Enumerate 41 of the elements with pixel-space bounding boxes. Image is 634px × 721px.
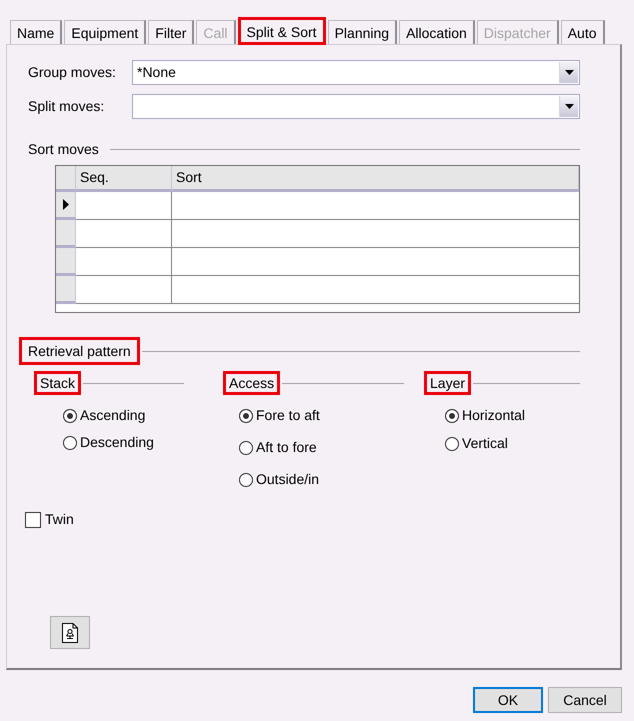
field-label: Split moves: xyxy=(28,97,106,116)
icon-button[interactable] xyxy=(50,616,90,649)
tab[interactable]: Allocation xyxy=(399,20,475,44)
document-icon xyxy=(62,622,78,642)
radio-icon[interactable] xyxy=(445,436,459,450)
radio-icon[interactable] xyxy=(63,408,77,422)
tab[interactable]: Equipment xyxy=(64,20,146,44)
tab[interactable]: Planning xyxy=(328,20,398,44)
radio-option[interactable]: Aft to fore xyxy=(239,439,317,456)
section-title: Layer xyxy=(424,371,472,395)
column-header[interactable]: Seq. xyxy=(76,166,172,192)
dialog-button[interactable]: OK xyxy=(473,687,543,713)
radio-option[interactable]: Ascending xyxy=(63,407,146,424)
row-header[interactable] xyxy=(56,192,76,220)
section-title: Retrieval pattern xyxy=(19,337,140,365)
row-pointer-icon xyxy=(62,199,68,210)
tab[interactable]: Name xyxy=(10,20,62,44)
dropdown-field[interactable]: *None xyxy=(132,60,580,85)
checkbox-icon[interactable] xyxy=(25,512,41,528)
section-title: Access xyxy=(223,371,280,395)
dropdown-field[interactable] xyxy=(132,94,580,119)
tab[interactable]: Split & Sort xyxy=(238,17,326,45)
radio-option[interactable]: Vertical xyxy=(445,435,508,452)
dialog-button[interactable]: Cancel xyxy=(548,687,622,713)
field-label: Group moves: xyxy=(28,63,117,82)
tab[interactable]: Filter xyxy=(148,20,194,44)
section-title: Sort moves xyxy=(27,140,100,159)
tab[interactable]: Auto xyxy=(560,20,605,44)
radio-option[interactable]: Descending xyxy=(63,434,154,451)
column-header[interactable]: Sort xyxy=(172,166,579,192)
radio-icon[interactable] xyxy=(239,440,253,454)
radio-icon[interactable] xyxy=(445,408,459,422)
twin-checkbox[interactable]: Twin xyxy=(25,511,74,528)
radio-option[interactable]: Outside/in xyxy=(239,471,320,488)
radio-icon[interactable] xyxy=(63,436,77,450)
section-title: Stack xyxy=(34,371,82,395)
radio-option[interactable]: Fore to aft xyxy=(239,407,320,424)
radio-icon[interactable] xyxy=(239,408,253,422)
grid-corner-cell xyxy=(56,166,76,192)
radio-option[interactable]: Horizontal xyxy=(445,407,526,424)
radio-icon[interactable] xyxy=(239,472,253,486)
